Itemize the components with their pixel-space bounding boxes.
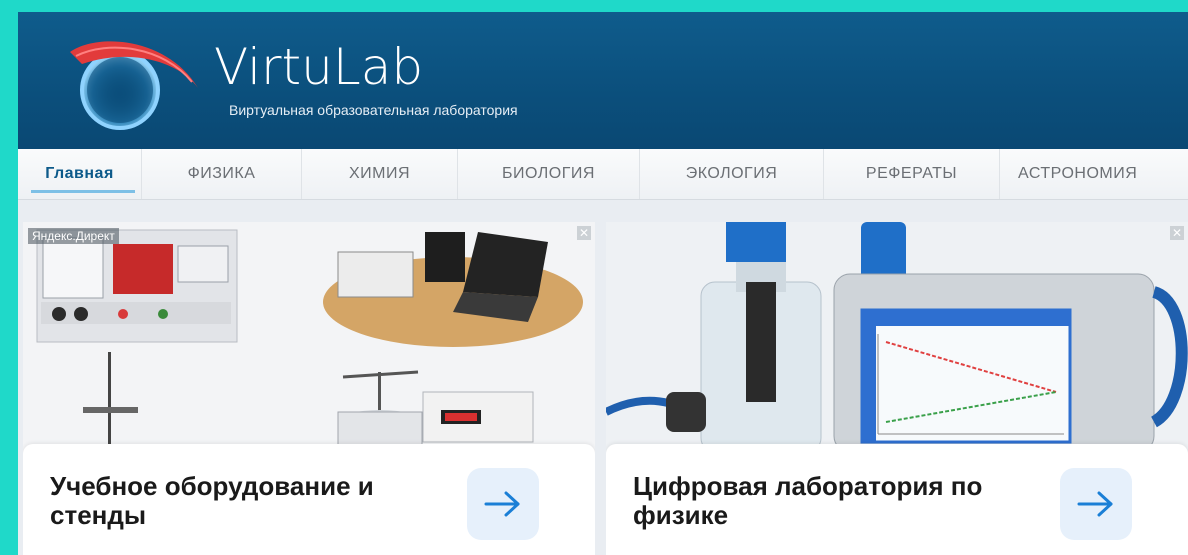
ad-card-digital-lab[interactable]: ✕ Цифровая лаборатория по физике	[606, 222, 1188, 555]
page-frame: VirtuLab Виртуальная образовательная лаб…	[18, 12, 1188, 555]
arrow-right-button[interactable]	[1060, 468, 1132, 540]
virtulab-logo-icon[interactable]	[58, 30, 208, 140]
arrow-right-icon	[484, 491, 520, 517]
ad-card-title[interactable]: Учебное оборудование и стенды	[50, 472, 410, 530]
nav-item-astronomy[interactable]: АСТРОНОМИЯ	[1000, 149, 1188, 199]
ad-card-content: Учебное оборудование и стенды	[23, 444, 595, 555]
digital-lab-photo	[606, 222, 1188, 452]
site-tagline: Виртуальная образовательная лаборатория	[229, 102, 518, 118]
nav-item-physics[interactable]: ФИЗИКА	[142, 149, 302, 199]
lab-equipment-photo	[23, 222, 595, 452]
nav-item-chemistry[interactable]: ХИМИЯ	[302, 149, 458, 199]
close-icon[interactable]: ✕	[577, 226, 591, 240]
ad-card-lab-equipment[interactable]: Яндекс.Директ ✕ Учебное оборудование и с…	[23, 222, 595, 555]
site-header: VirtuLab Виртуальная образовательная лаб…	[18, 12, 1188, 149]
arrow-right-button[interactable]	[467, 468, 539, 540]
close-icon[interactable]: ✕	[1170, 226, 1184, 240]
nav-item-essays[interactable]: РЕФЕРАТЫ	[824, 149, 1000, 199]
nav-active-indicator	[31, 190, 135, 193]
site-logo-title[interactable]: VirtuLab	[214, 42, 423, 92]
ad-card-content: Цифровая лаборатория по физике	[606, 444, 1188, 555]
arrow-right-icon	[1077, 491, 1113, 517]
nav-item-biology[interactable]: БИОЛОГИЯ	[458, 149, 640, 199]
ad-card-title[interactable]: Цифровая лаборатория по физике	[633, 472, 993, 530]
ad-label[interactable]: Яндекс.Директ	[28, 228, 119, 244]
main-nav: Главная ФИЗИКА ХИМИЯ БИОЛОГИЯ ЭКОЛОГИЯ Р…	[18, 149, 1188, 200]
nav-item-ecology[interactable]: ЭКОЛОГИЯ	[640, 149, 824, 199]
